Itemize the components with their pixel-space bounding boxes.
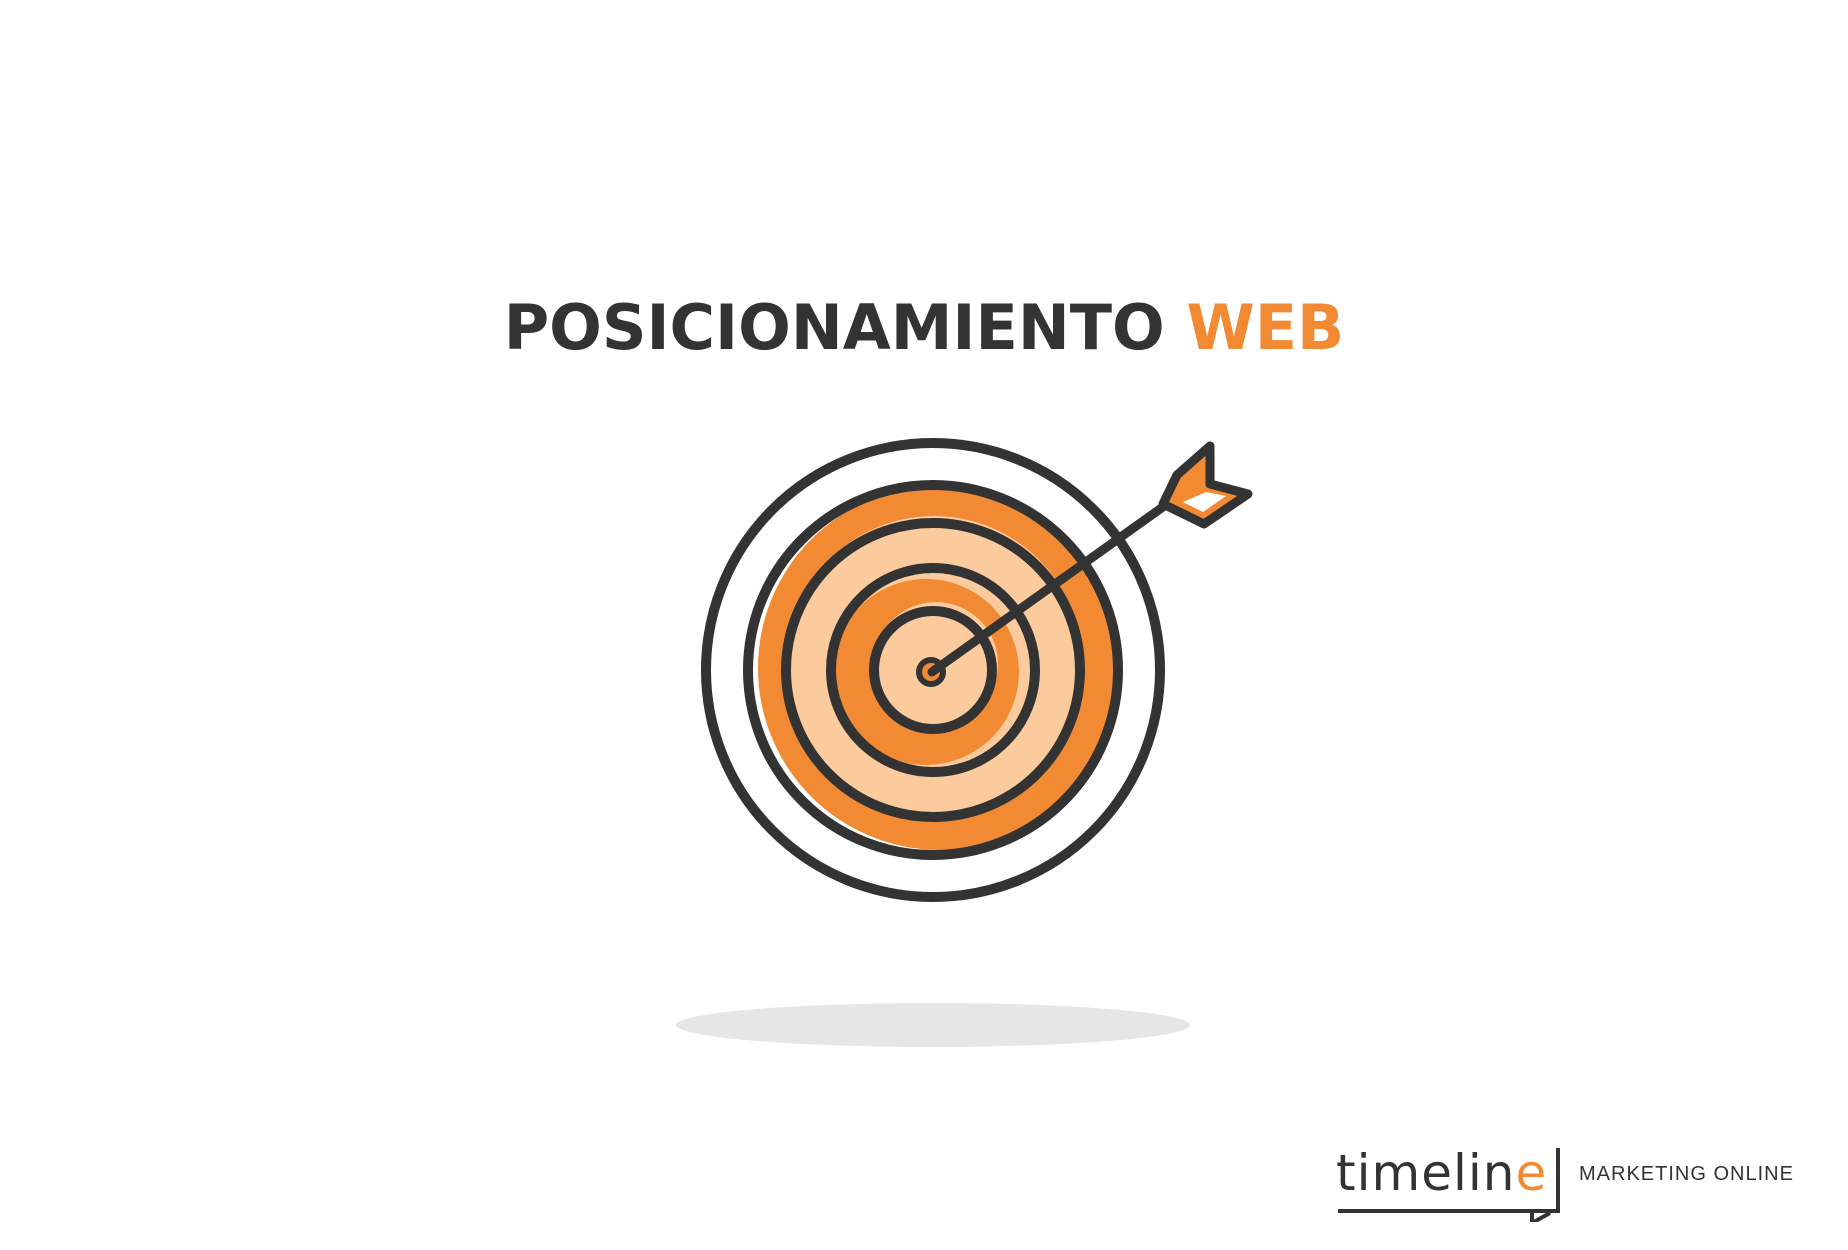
target-illustration [676, 438, 1253, 1047]
brand-logo: timeline MARKETING ONLINE [1336, 1142, 1816, 1222]
arrow-fletching [1158, 441, 1253, 529]
logo-tagline: MARKETING ONLINE [1579, 1163, 1794, 1185]
target-shadow [676, 1003, 1190, 1047]
